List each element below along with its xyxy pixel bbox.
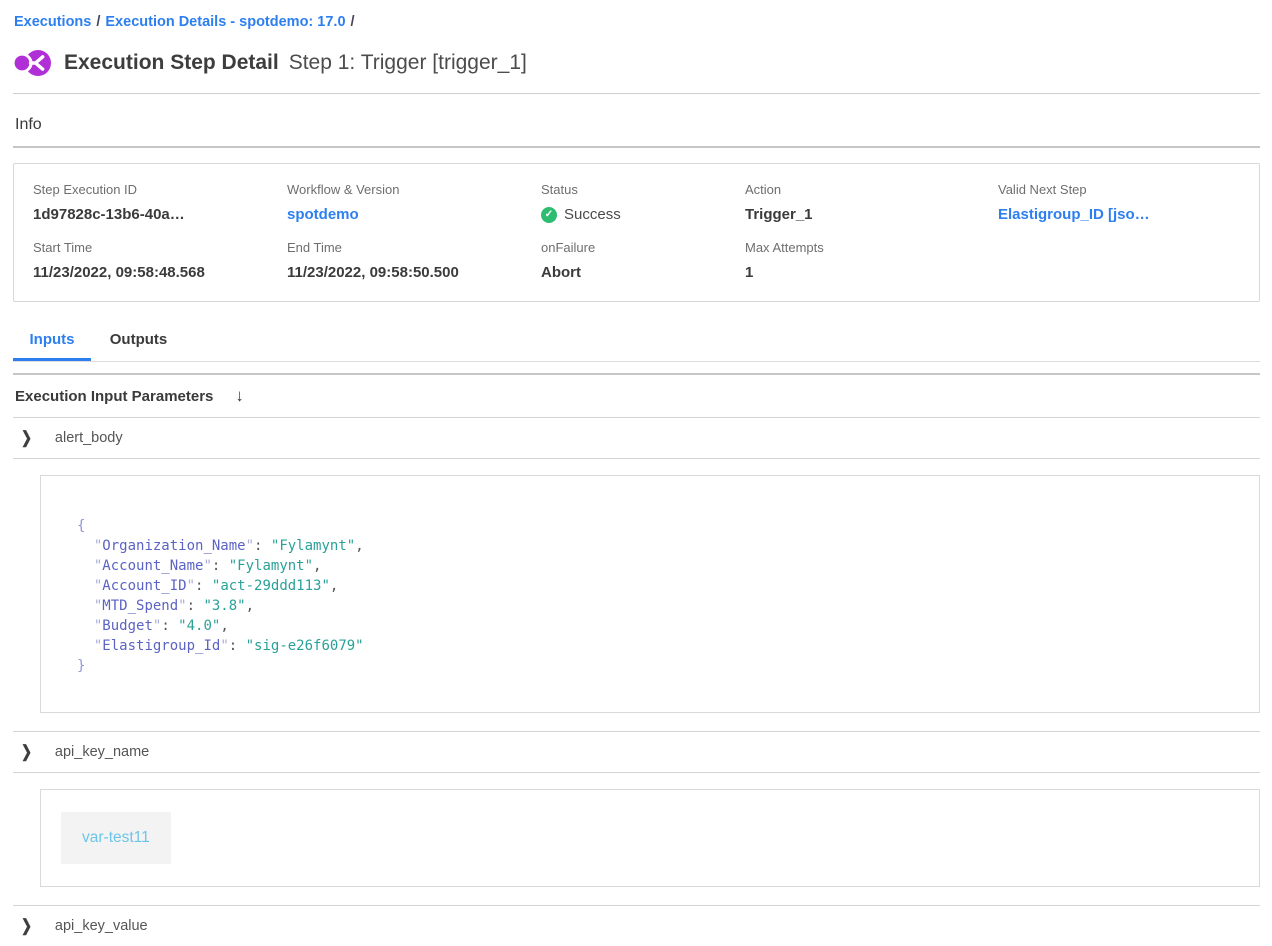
info-field-end-time: End Time 11/23/2022, 09:58:50.500 (287, 240, 541, 281)
info-field-onfailure: onFailure Abort (541, 240, 745, 281)
page-title: Execution Step Detail (64, 51, 279, 75)
info-field-label: Step Execution ID (33, 182, 287, 197)
info-field-label: End Time (287, 240, 541, 255)
info-field-value: 11/23/2022, 09:58:48.568 (33, 264, 287, 281)
breadcrumb: Executions/Execution Details - spotdemo:… (13, 10, 1260, 32)
info-field-status: Status ✓ Success (541, 182, 745, 223)
alert-body-content-card: { "Organization_Name": "Fylamynt", "Acco… (40, 475, 1260, 713)
chevron-right-icon[interactable]: ❯ (21, 742, 32, 762)
info-card: Step Execution ID 1d97828c-13b6-40a… Wor… (13, 163, 1260, 302)
section-row-api-key-value[interactable]: ❯ api_key_value (13, 906, 1260, 946)
info-field-action: Action Trigger_1 (745, 182, 998, 223)
info-field-label: Max Attempts (745, 240, 998, 255)
header-divider (13, 93, 1260, 94)
api-key-name-value: var-test11 (61, 812, 171, 864)
breadcrumb-separator: / (346, 14, 360, 30)
info-field-value: 1 (745, 264, 998, 281)
info-field-value: 1d97828c-13b6-40a… (33, 206, 287, 223)
divider (13, 772, 1260, 773)
info-field-label: Workflow & Version (287, 182, 541, 197)
divider (13, 458, 1260, 459)
execution-input-parameters-title: Execution Input Parameters (15, 388, 213, 405)
info-field-value: Trigger_1 (745, 206, 998, 223)
success-check-icon: ✓ (541, 207, 557, 223)
info-field-label: Action (745, 182, 998, 197)
fylamynt-logo-icon (14, 47, 52, 79)
section-name: api_key_name (55, 744, 149, 760)
info-field-label: Start Time (33, 240, 287, 255)
tab-outputs[interactable]: Outputs (91, 325, 186, 361)
breadcrumb-link-executions[interactable]: Executions (14, 14, 91, 30)
title-wrap: Execution Step Detail Step 1: Trigger [t… (64, 51, 527, 75)
info-field-workflow-version: Workflow & Version spotdemo (287, 182, 541, 223)
breadcrumb-link-execution-details[interactable]: Execution Details - spotdemo: 17.0 (105, 14, 345, 30)
info-section-heading: Info (15, 116, 1260, 134)
section-row-api-key-name[interactable]: ❯ api_key_name (13, 732, 1260, 772)
info-field-max-attempts: Max Attempts 1 (745, 240, 998, 281)
chevron-right-icon[interactable]: ❯ (21, 428, 32, 448)
info-field-value: 11/23/2022, 09:58:50.500 (287, 264, 541, 281)
section-name: alert_body (55, 430, 123, 446)
info-field-value: Abort (541, 264, 745, 281)
tabs-gap (13, 362, 1260, 373)
tab-bar: Inputs Outputs (13, 325, 1260, 362)
info-field-label: onFailure (541, 240, 745, 255)
info-heading-divider (13, 146, 1260, 148)
section-row-alert-body[interactable]: ❯ alert_body (13, 418, 1260, 458)
status-badge: ✓ Success (541, 206, 745, 223)
valid-next-step-link[interactable]: Elastigroup_ID [jso… (998, 206, 1150, 223)
info-field-empty (998, 240, 1240, 281)
breadcrumb-separator: / (91, 14, 105, 30)
section-name: api_key_value (55, 918, 148, 934)
info-field-valid-next-step: Valid Next Step Elastigroup_ID [jso… (998, 182, 1240, 223)
execution-input-parameters-header: Execution Input Parameters ↓ (13, 375, 1260, 417)
info-field-label: Status (541, 182, 745, 197)
info-field-start-time: Start Time 11/23/2022, 09:58:48.568 (33, 240, 287, 281)
chevron-right-icon[interactable]: ❯ (21, 916, 32, 936)
info-field-label: Valid Next Step (998, 182, 1240, 197)
collapse-all-arrow-icon[interactable]: ↓ (235, 386, 244, 406)
json-code: { "Organization_Name": "Fylamynt", "Acco… (77, 516, 1223, 676)
status-text: Success (564, 206, 621, 223)
info-field-step-execution-id: Step Execution ID 1d97828c-13b6-40a… (33, 182, 287, 223)
page-header: Execution Step Detail Step 1: Trigger [t… (13, 47, 1260, 79)
workflow-link[interactable]: spotdemo (287, 206, 359, 223)
tab-inputs[interactable]: Inputs (13, 325, 91, 361)
api-key-name-content-card: var-test11 (40, 789, 1260, 887)
execution-step-detail-page: Executions/Execution Details - spotdemo:… (0, 0, 1272, 946)
page-subtitle: Step 1: Trigger [trigger_1] (289, 51, 527, 75)
